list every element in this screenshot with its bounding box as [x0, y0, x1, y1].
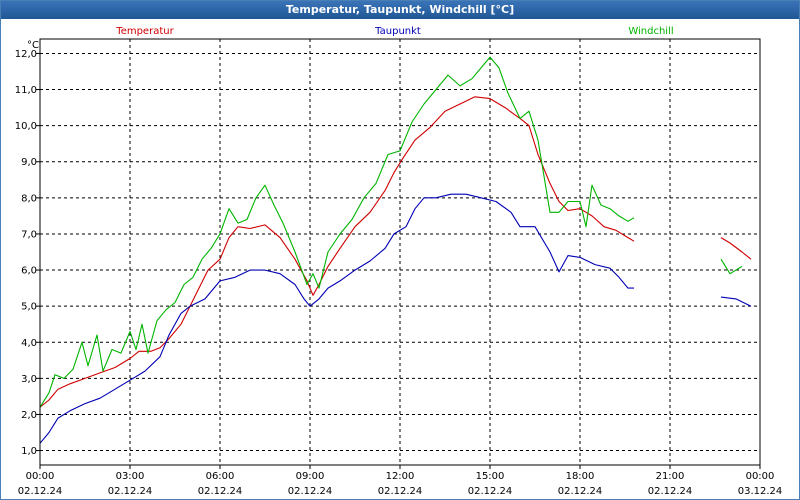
y-tick-label: 11,0 [15, 85, 37, 96]
x-tick-time-label: 09:00 [296, 471, 325, 482]
chart-title: Temperatur, Taupunkt, Windchill [°C] [1, 1, 799, 19]
x-tick-time-label: 03:00 [116, 471, 145, 482]
series-line-taupunkt [39, 193, 634, 444]
x-tick-time-label: 06:00 [206, 471, 235, 482]
x-tick-time-label: 18:00 [566, 471, 595, 482]
series-line-taupunkt [720, 296, 752, 307]
series-line-temperatur [39, 96, 635, 408]
y-axis-label: °C [27, 40, 39, 51]
y-tick-label: 1,0 [21, 446, 37, 457]
y-tick-label: 5,0 [21, 302, 37, 313]
x-tick-date-label: 02.12.24 [378, 486, 423, 497]
x-tick-time-label: 12:00 [386, 471, 415, 482]
x-tick-date-label: 02.12.24 [288, 486, 333, 497]
legend: Temperatur Taupunkt Windchill [115, 26, 673, 37]
legend-entry-temperatur: Temperatur [115, 26, 174, 37]
x-tick-time-label: 00:00 [746, 471, 775, 482]
y-tick-label: 7,0 [21, 229, 37, 240]
series-lines [39, 56, 752, 444]
x-tick-date-label: 02.12.24 [648, 486, 693, 497]
x-tick-time-label: 15:00 [476, 471, 505, 482]
x-tick-date-label: 03.12.24 [738, 486, 783, 497]
y-tick-label: 2,0 [21, 410, 37, 421]
x-tick-date-label: 02.12.24 [198, 486, 243, 497]
legend-entry-taupunkt: Taupunkt [374, 26, 421, 37]
series-line-windchill [39, 56, 635, 408]
x-tick-date-label: 02.12.24 [108, 486, 153, 497]
chart-window: Temperatur, Taupunkt, Windchill [°C] 1,0… [0, 0, 800, 500]
line-chart: 1,02,03,04,05,06,07,08,09,010,011,012,00… [15, 26, 783, 497]
y-tick-label: 4,0 [21, 338, 37, 349]
grid-lines [40, 39, 760, 465]
series-line-temperatur [720, 237, 752, 260]
x-tick-date-label: 02.12.24 [558, 486, 603, 497]
y-tick-label: 10,0 [15, 121, 37, 132]
y-tick-label: 6,0 [21, 266, 37, 277]
y-tick-label: 9,0 [21, 157, 37, 168]
x-tick-date-label: 02.12.24 [468, 486, 513, 497]
legend-entry-windchill: Windchill [628, 26, 673, 37]
y-tick-label: 3,0 [21, 374, 37, 385]
x-tick-time-label: 00:00 [26, 471, 55, 482]
series-line-windchill [720, 258, 743, 275]
x-tick-date-label: 02.12.24 [18, 486, 63, 497]
y-tick-label: 8,0 [21, 193, 37, 204]
x-tick-time-label: 21:00 [656, 471, 685, 482]
